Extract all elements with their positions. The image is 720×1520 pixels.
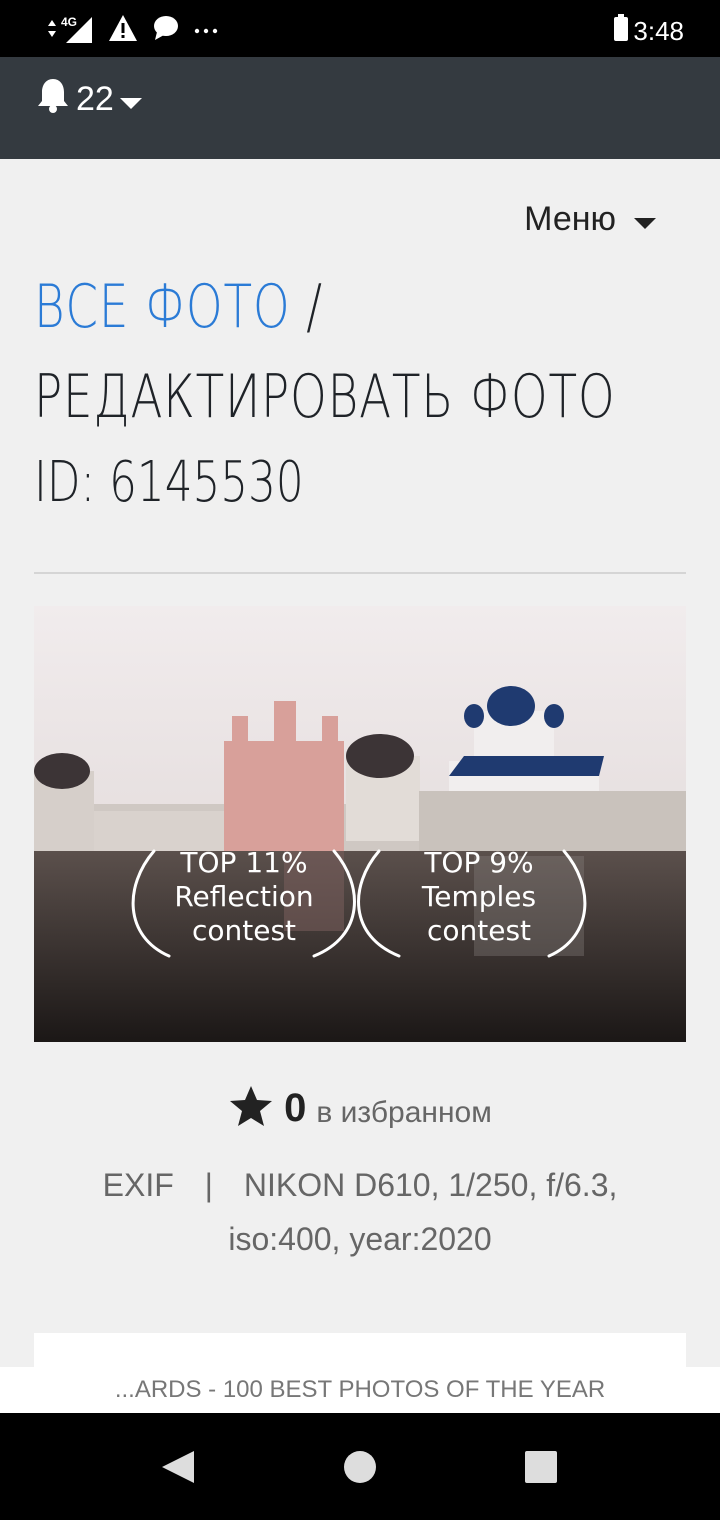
- network-type: 4G: [61, 14, 78, 29]
- more-icon: [194, 22, 218, 40]
- award-reflection: TOP 11% Reflection contest: [169, 846, 319, 948]
- navigation-bar: [0, 1413, 720, 1520]
- divider: [34, 572, 686, 574]
- exif-value: NIKON D610, 1/250, f/6.3, iso:400, year:…: [228, 1167, 618, 1257]
- battery-icon: [613, 14, 629, 49]
- home-icon[interactable]: [342, 1449, 378, 1490]
- clock: 3:48: [633, 16, 684, 46]
- award-type: contest: [191, 914, 297, 947]
- status-bar: 4G 3:48: [0, 0, 720, 57]
- award-type: contest: [426, 914, 532, 947]
- favorites-counter: 0 в избранном: [0, 1084, 720, 1133]
- favorites-count: 0: [284, 1086, 307, 1130]
- banner-text: ...ARDS - 100 BEST PHOTOS OF THE YEAR: [114, 1376, 606, 1403]
- edit-photo-title: РЕДАКТИРОВАТЬ ФОТО: [34, 362, 616, 432]
- back-icon[interactable]: [160, 1449, 196, 1490]
- award-name: Temples: [421, 880, 537, 913]
- exif-separator: |: [204, 1167, 213, 1203]
- status-left: 4G: [46, 14, 218, 47]
- app-bar: 22: [0, 57, 720, 159]
- status-right: 3:48: [613, 14, 684, 49]
- recents-icon[interactable]: [523, 1449, 559, 1490]
- favorites-label: в избранном: [316, 1095, 492, 1129]
- notification-count: 22: [76, 80, 114, 118]
- all-photos-link[interactable]: ВСЕ ФОТО: [34, 272, 291, 342]
- bell-icon: [36, 77, 70, 122]
- exif-label: EXIF: [102, 1167, 174, 1203]
- exif-info: EXIF | NIKON D610, 1/250, f/6.3, iso:400…: [60, 1158, 660, 1266]
- chat-icon: [152, 15, 180, 46]
- breadcrumb-separator: /: [306, 272, 323, 342]
- caret-down-icon: [634, 200, 656, 239]
- award-temples: TOP 9% Temples contest: [404, 846, 554, 948]
- photo-id: ID: 6145530: [34, 450, 304, 515]
- star-icon[interactable]: [228, 1084, 274, 1133]
- awards-banner[interactable]: ...ARDS - 100 BEST PHOTOS OF THE YEAR: [0, 1367, 720, 1413]
- caret-down-icon: [119, 80, 142, 119]
- breadcrumb: ВСЕ ФОТО /: [34, 262, 549, 352]
- award-laurels: [131, 849, 587, 958]
- notifications-dropdown[interactable]: 22: [36, 77, 142, 122]
- warning-icon: [108, 14, 138, 47]
- award-rank: TOP 11%: [180, 846, 308, 879]
- award-rank: TOP 9%: [424, 846, 534, 879]
- photo-preview[interactable]: TOP 11% Reflection contest TOP 9% Temple…: [34, 606, 686, 1042]
- menu-dropdown[interactable]: Меню: [524, 200, 656, 239]
- menu-label: Меню: [524, 200, 616, 238]
- award-name: Reflection: [174, 880, 314, 913]
- page-title: ВСЕ ФОТО / РЕДАКТИРОВАТЬ ФОТО ID: 614553…: [34, 262, 694, 524]
- signal-icon: 4G: [46, 14, 94, 45]
